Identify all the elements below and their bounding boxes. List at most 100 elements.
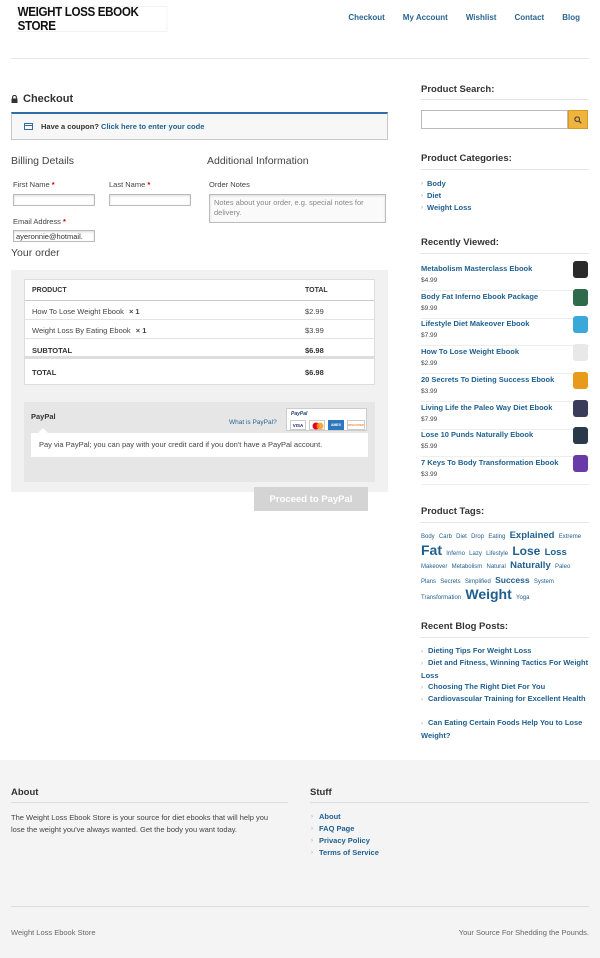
recent-product-link[interactable]: Metabolism Masterclass Ebook bbox=[421, 264, 532, 273]
product-thumbnail-icon[interactable] bbox=[573, 371, 588, 389]
tag-link[interactable]: Naturally bbox=[510, 560, 551, 571]
recent-product-link[interactable]: 7 Keys To Body Transformation Ebook bbox=[421, 458, 558, 467]
last-name-label: Last Name * bbox=[109, 180, 151, 189]
product-thumbnail-icon[interactable] bbox=[573, 288, 588, 306]
tag-link[interactable]: Lifestyle bbox=[486, 551, 508, 557]
recent-product-price: $9.99 bbox=[421, 304, 438, 312]
widget-divider bbox=[421, 169, 589, 170]
recent-product-item[interactable]: Body Fat Inferno Ebook Package $9.99 bbox=[421, 288, 589, 319]
recent-product-item[interactable]: 7 Keys To Body Transformation Ebook $3.99 bbox=[421, 454, 589, 485]
footer-link-faq[interactable]: FAQ Page bbox=[319, 824, 354, 833]
recent-product-link[interactable]: How To Lose Weight Ebook bbox=[421, 347, 519, 356]
site-logo[interactable]: WEIGHT LOSS EBOOK STORE bbox=[16, 5, 168, 33]
product-name: How To Lose Weight Ebook bbox=[32, 307, 124, 316]
first-name-field[interactable] bbox=[13, 194, 95, 206]
recent-product-item[interactable]: Living Life the Paleo Way Diet Ebook $7.9… bbox=[421, 399, 589, 430]
chevron-right-icon: › bbox=[421, 685, 423, 691]
blog-post-item[interactable]: › Diet and Fitness, Winning Tactics For W… bbox=[421, 657, 589, 682]
nav-wishlist[interactable]: Wishlist bbox=[466, 13, 497, 22]
blog-post-link[interactable]: Can Eating Certain Foods Help You to Los… bbox=[421, 718, 582, 740]
blog-post-item[interactable]: › Cardiovascular Training for Excellent H… bbox=[421, 693, 589, 706]
order-review: PRODUCT TOTAL How To Lose Weight Ebook ×… bbox=[11, 270, 388, 492]
recent-product-item[interactable]: Metabolism Masterclass Ebook $4.99 bbox=[421, 261, 589, 291]
tag-link[interactable]: Metabolism bbox=[452, 564, 483, 570]
what-is-paypal-link[interactable]: What is PayPal? bbox=[229, 419, 277, 426]
recent-product-link[interactable]: 20 Secrets To Dieting Success Ebook bbox=[421, 375, 554, 384]
tag-link[interactable]: Inferno bbox=[446, 551, 465, 557]
recent-product-item[interactable]: Lifestyle Diet Makeover Ebook $7.99 bbox=[421, 316, 589, 347]
recent-product-link[interactable]: Lose 10 Punds Naturally Ebook bbox=[421, 430, 533, 439]
nav-checkout[interactable]: Checkout bbox=[348, 13, 384, 22]
product-thumbnail-icon[interactable] bbox=[573, 261, 588, 278]
product-search-input[interactable] bbox=[421, 110, 568, 129]
tag-link[interactable]: Makeover bbox=[421, 564, 447, 570]
proceed-to-paypal-button[interactable]: Proceed to PayPal bbox=[254, 487, 368, 511]
blog-post-link[interactable]: Cardiovascular Training for Excellent He… bbox=[428, 694, 586, 703]
tag-link[interactable]: Loss bbox=[545, 547, 567, 558]
tag-link[interactable]: Natural bbox=[487, 564, 506, 570]
order-notes-field[interactable]: Notes about your order, e.g. special not… bbox=[209, 194, 386, 223]
recent-product-price: $7.99 bbox=[421, 332, 438, 340]
tag-link[interactable]: System bbox=[534, 579, 554, 585]
recent-product-item[interactable]: Lose 10 Punds Naturally Ebook $5.99 bbox=[421, 427, 589, 458]
product-thumbnail-icon[interactable] bbox=[573, 399, 588, 417]
blog-post-link[interactable]: Dieting Tips For Weight Loss bbox=[428, 646, 531, 655]
chevron-right-icon: › bbox=[421, 721, 423, 727]
tag-link[interactable]: Drop bbox=[471, 534, 484, 540]
footer-link-terms[interactable]: Terms of Service bbox=[319, 848, 379, 857]
category-link[interactable]: Weight Loss bbox=[427, 203, 471, 212]
tag-link[interactable]: Simplified bbox=[465, 579, 491, 585]
footer-link-item[interactable]: › Terms of Service bbox=[311, 848, 379, 857]
last-name-field[interactable] bbox=[109, 194, 191, 206]
tag-link[interactable]: Secrets bbox=[440, 579, 460, 585]
blog-post-item[interactable]: › Can Eating Certain Foods Help You to Lo… bbox=[421, 717, 589, 742]
tag-link[interactable]: Transformation bbox=[421, 595, 461, 601]
tag-link[interactable]: Weight bbox=[465, 586, 511, 602]
tag-link[interactable]: Yoga bbox=[516, 595, 529, 601]
category-item[interactable]: › Weight Loss bbox=[421, 203, 471, 212]
tag-link[interactable]: Success bbox=[495, 575, 530, 585]
tag-link[interactable]: Fat bbox=[421, 542, 442, 558]
tag-link[interactable]: Plans bbox=[421, 579, 436, 585]
coupon-link[interactable]: Click here to enter your code bbox=[101, 122, 204, 131]
blog-post-link[interactable]: Diet and Fitness, Winning Tactics For We… bbox=[421, 658, 588, 680]
recent-product-link[interactable]: Body Fat Inferno Ebook Package bbox=[421, 292, 538, 301]
tag-link[interactable]: Eating bbox=[488, 534, 505, 540]
tag-link[interactable]: Diet bbox=[456, 534, 467, 540]
payment-method-label: PayPal bbox=[31, 412, 56, 421]
product-thumbnail-icon[interactable] bbox=[573, 454, 588, 472]
tag-link[interactable]: Lose bbox=[512, 544, 540, 558]
recent-product-link[interactable]: Lifestyle Diet Makeover Ebook bbox=[421, 319, 529, 328]
category-link[interactable]: Diet bbox=[427, 191, 441, 200]
tag-link[interactable]: Carb bbox=[439, 534, 452, 540]
category-item[interactable]: › Diet bbox=[421, 191, 441, 200]
chevron-right-icon: › bbox=[311, 813, 313, 820]
footer-link-item[interactable]: › FAQ Page bbox=[311, 824, 354, 833]
recent-product-link[interactable]: Living Life the Paleo Way Diet Ebook bbox=[421, 403, 552, 412]
footer-link-item[interactable]: › About bbox=[311, 812, 341, 821]
product-thumbnail-icon[interactable] bbox=[573, 427, 588, 445]
product-thumbnail-icon[interactable] bbox=[573, 344, 588, 362]
email-field[interactable]: ayeronnie@hotmail. bbox=[13, 230, 95, 242]
tag-link[interactable]: Extreme bbox=[559, 534, 581, 540]
nav-contact[interactable]: Contact bbox=[514, 13, 544, 22]
product-thumbnail-icon[interactable] bbox=[573, 316, 588, 334]
category-item[interactable]: › Body bbox=[421, 179, 446, 188]
footer-link-about[interactable]: About bbox=[319, 812, 341, 821]
blog-post-link[interactable]: Choosing The Right Diet For You bbox=[428, 682, 545, 691]
nav-blog[interactable]: Blog bbox=[562, 13, 580, 22]
tag-link[interactable]: Lazy bbox=[469, 551, 482, 557]
coupon-text: Have a coupon? bbox=[41, 122, 99, 131]
tag-link[interactable]: Paleo bbox=[555, 564, 570, 570]
product-search-heading: Product Search: bbox=[421, 84, 495, 95]
category-link[interactable]: Body bbox=[427, 179, 446, 188]
tag-link[interactable]: Body bbox=[421, 534, 435, 540]
recent-product-item[interactable]: 20 Secrets To Dieting Success Ebook $3.99 bbox=[421, 371, 589, 402]
footer-link-item[interactable]: › Privacy Policy bbox=[311, 836, 370, 845]
search-button[interactable] bbox=[568, 110, 588, 129]
nav-my-account[interactable]: My Account bbox=[403, 13, 448, 22]
payment-method-paypal[interactable]: PayPal What is PayPal? PayPal VISA AMEX … bbox=[24, 402, 375, 482]
recent-product-item[interactable]: How To Lose Weight Ebook $2.99 bbox=[421, 344, 589, 375]
tag-link[interactable]: Explained bbox=[510, 530, 555, 541]
footer-link-privacy[interactable]: Privacy Policy bbox=[319, 836, 370, 845]
